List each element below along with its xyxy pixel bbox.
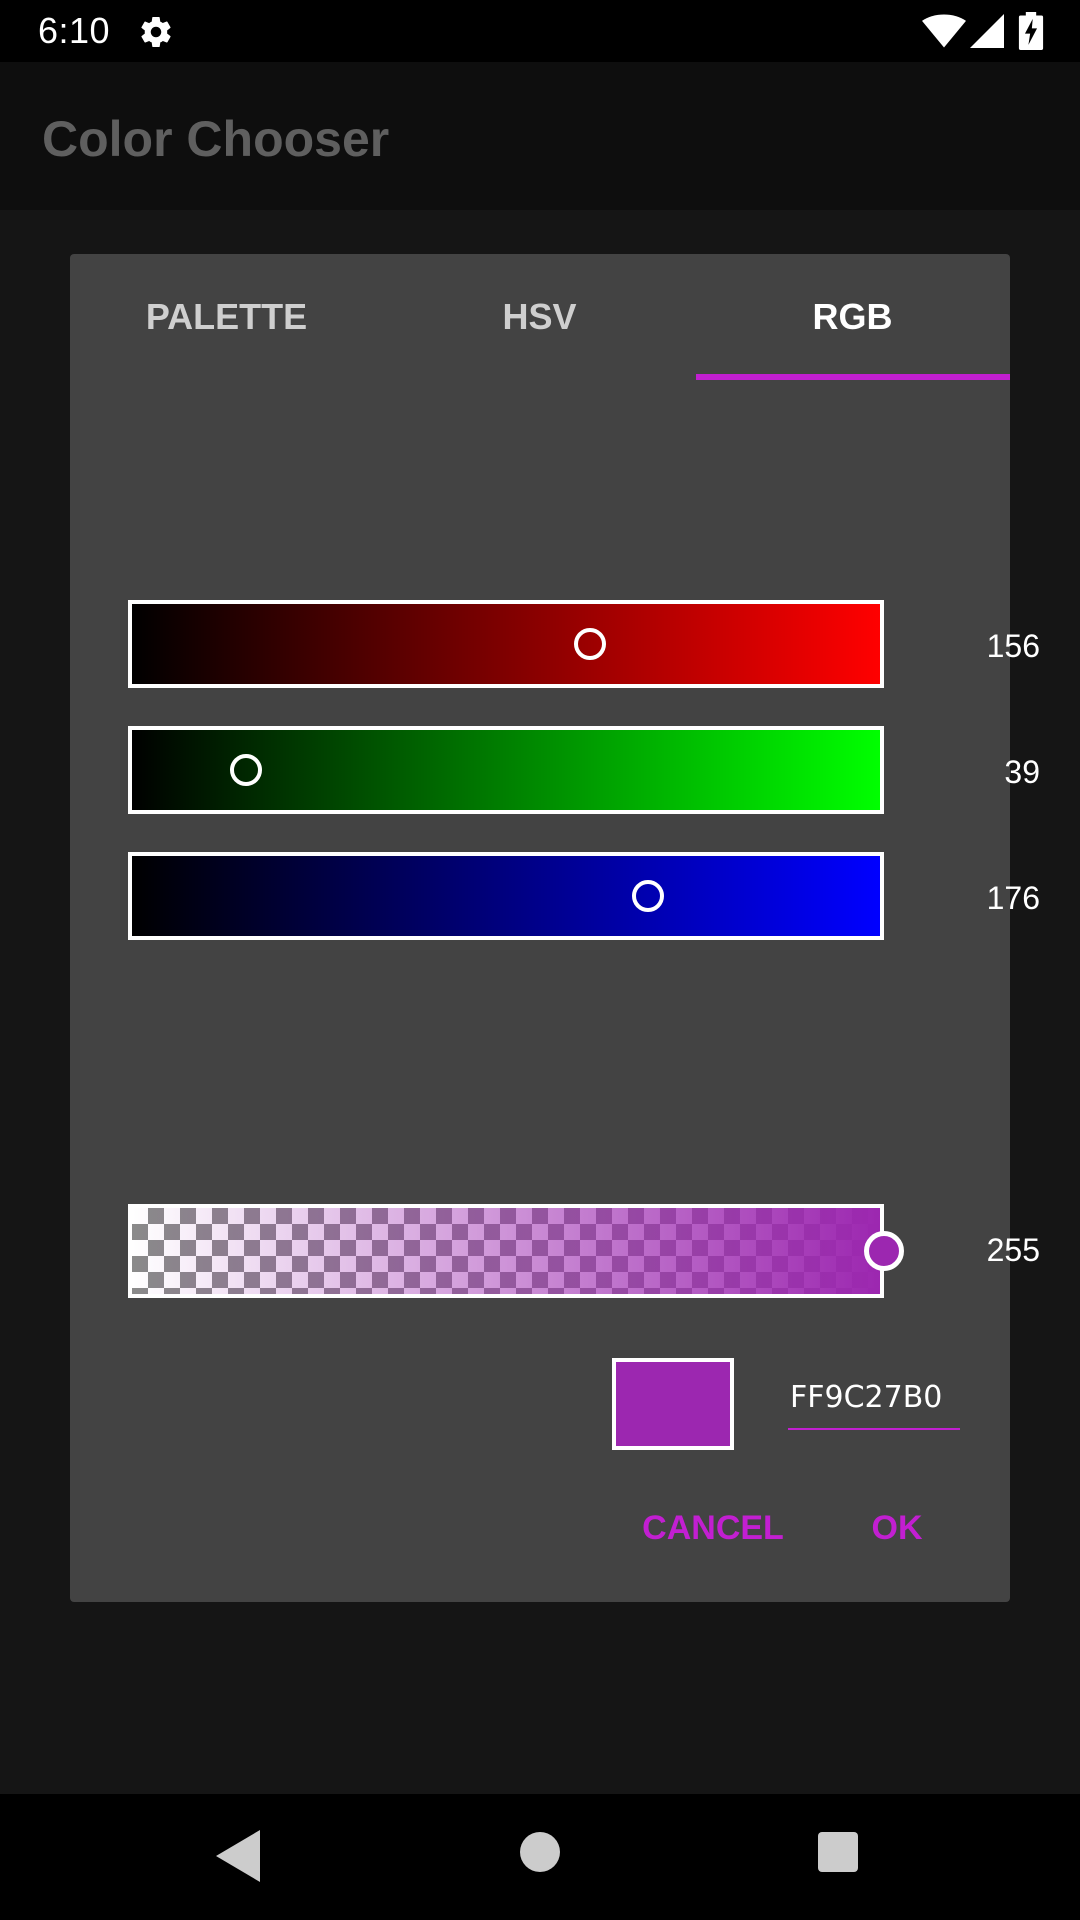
screen: 6:10 Color Chooser PALETTE HSV RGB 156 3…	[0, 0, 1080, 1920]
back-icon[interactable]	[216, 1830, 260, 1882]
status-bar: 6:10	[0, 0, 1080, 62]
green-slider-thumb[interactable]	[230, 754, 263, 786]
green-value: 39	[1004, 754, 1040, 790]
alpha-value: 255	[986, 1232, 1040, 1268]
tab-hsv[interactable]: HSV	[383, 254, 696, 380]
blue-value: 176	[986, 880, 1040, 916]
color-picker-dialog: PALETTE HSV RGB 156 39 176 255 CANCEL OK	[70, 254, 1040, 1602]
tab-indicator	[696, 374, 1010, 380]
alpha-slider-thumb[interactable]	[864, 1231, 904, 1271]
ok-button[interactable]: OK	[862, 1498, 932, 1558]
red-slider[interactable]	[128, 600, 884, 688]
green-slider[interactable]	[128, 726, 884, 814]
cell-signal-icon	[970, 14, 1004, 48]
wifi-icon	[922, 14, 966, 48]
navigation-bar	[0, 1794, 1080, 1920]
status-time: 6:10	[38, 10, 111, 51]
tab-palette[interactable]: PALETTE	[70, 254, 383, 380]
tab-rgb[interactable]: RGB	[696, 254, 1009, 380]
red-slider-thumb[interactable]	[573, 628, 606, 660]
home-icon[interactable]	[520, 1832, 560, 1872]
blue-slider-thumb[interactable]	[632, 880, 665, 912]
blue-slider[interactable]	[128, 852, 884, 940]
app-bar: Color Chooser	[0, 62, 1080, 210]
red-value: 156	[986, 628, 1040, 664]
tab-bar: PALETTE HSV RGB	[70, 254, 1010, 380]
battery-charging-icon	[1018, 12, 1044, 50]
app-title: Color Chooser	[42, 111, 390, 167]
recents-icon[interactable]	[818, 1832, 858, 1872]
alpha-slider[interactable]	[128, 1204, 884, 1298]
settings-gear-icon	[141, 17, 171, 48]
color-preview-swatch	[612, 1358, 734, 1450]
hex-color-input[interactable]	[788, 1372, 960, 1430]
cancel-button[interactable]: CANCEL	[638, 1498, 788, 1558]
